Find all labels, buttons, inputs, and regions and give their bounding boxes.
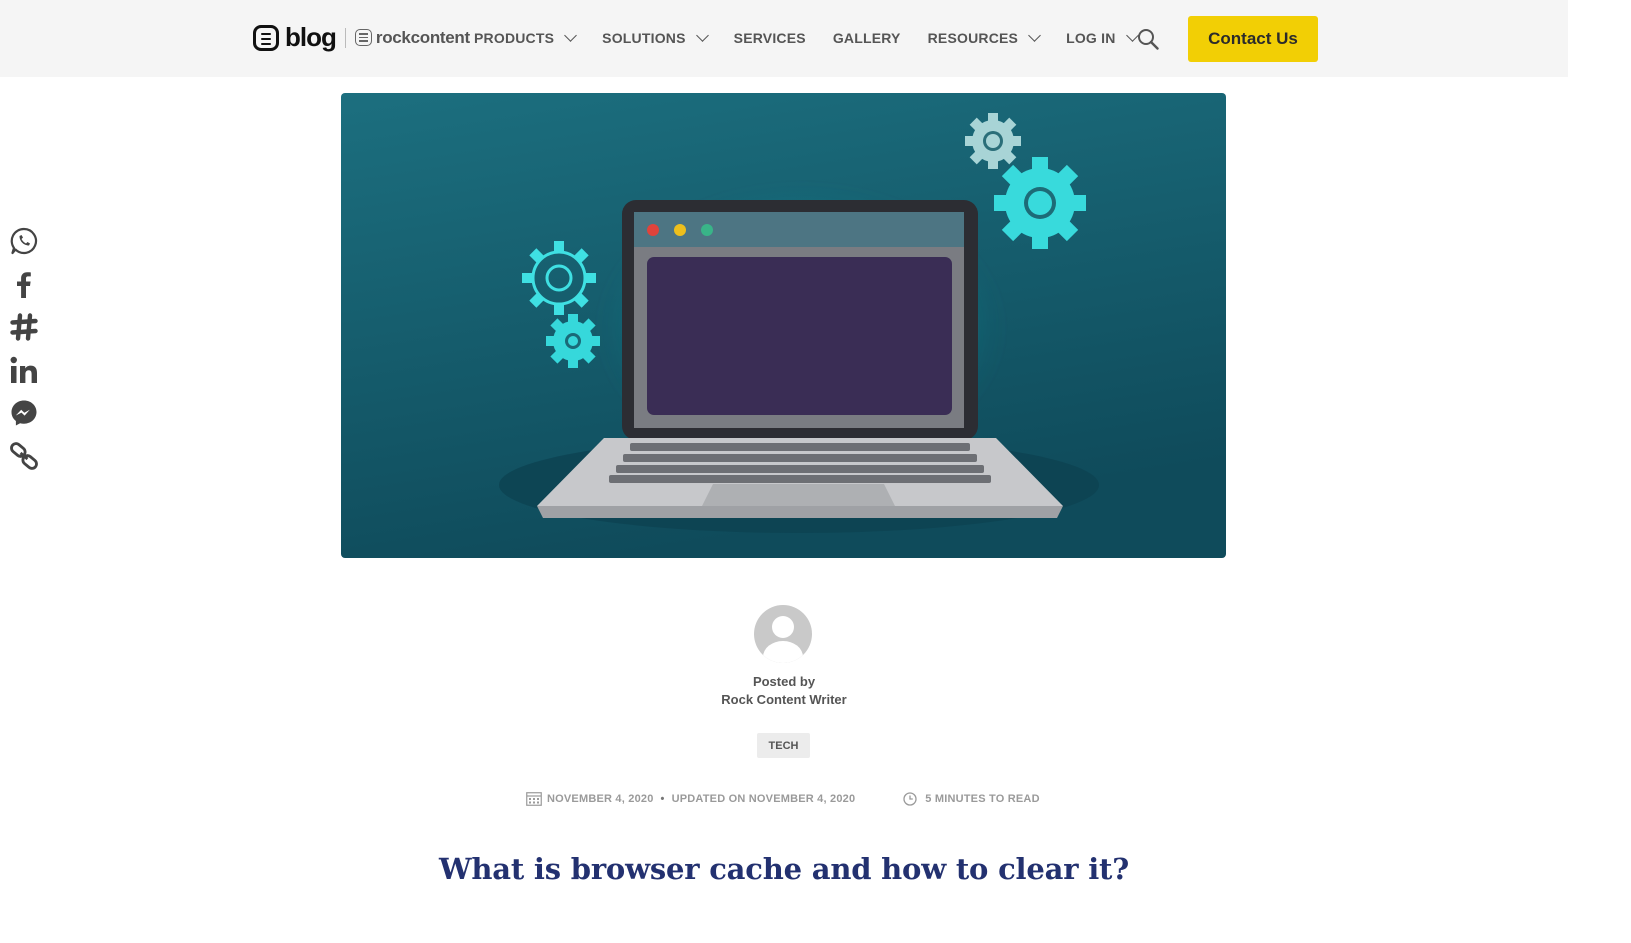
contact-us-button[interactable]: Contact Us (1188, 16, 1318, 62)
gear-small-left-icon (546, 314, 600, 368)
posted-by-label: Posted by (752, 674, 816, 689)
gear-small-right-icon (965, 113, 1021, 169)
chevron-down-icon (695, 29, 709, 42)
search-icon[interactable] (1137, 28, 1159, 50)
author-avatar (754, 605, 812, 663)
messenger-icon[interactable] (9, 398, 39, 428)
meta-bullet: • (660, 793, 665, 805)
gear-large-right-icon (994, 157, 1086, 249)
nav-services[interactable]: SERVICES (734, 30, 806, 46)
linkedin-icon[interactable] (9, 355, 39, 385)
clock-icon (903, 792, 917, 806)
nav-solutions-label: SOLUTIONS (602, 30, 686, 46)
blog-logo-icon (253, 24, 279, 51)
chevron-down-icon (1028, 29, 1041, 42)
nav-products[interactable]: PRODUCTS (474, 29, 578, 46)
nav-products-label: PRODUCTS (474, 30, 555, 46)
hero-image (341, 93, 1226, 558)
nav-resources-label: RESOURCES (927, 30, 1019, 46)
slack-icon[interactable] (9, 312, 39, 342)
chevron-down-icon (564, 29, 578, 42)
published-date: NOVEMBER 4, 2020 (547, 793, 654, 805)
site-header: blog rockcontent PRODUCTS SOLUTIONS SERV… (0, 0, 1568, 77)
copy-link-icon[interactable] (9, 441, 39, 471)
rockcontent-logo-icon (354, 29, 372, 46)
updated-date: UPDATED ON NOVEMBER 4, 2020 (671, 793, 856, 805)
nav-login[interactable]: LOG IN (1066, 29, 1139, 46)
author-name[interactable]: Rock Content Writer (634, 692, 934, 707)
nav-resources[interactable]: RESOURCES (927, 29, 1041, 46)
blog-logo-text: blog (285, 22, 337, 52)
facebook-icon[interactable] (9, 269, 39, 299)
calendar-icon (526, 792, 542, 806)
nav-services-label: SERVICES (733, 30, 806, 46)
rockcontent-logo-text: rockcontent (375, 27, 470, 47)
logo-divider (344, 27, 346, 48)
blog-logo[interactable]: blog rockcontent (253, 22, 470, 53)
post-meta: NOVEMBER 4, 2020 • UPDATED ON NOVEMBER 4… (526, 792, 1040, 806)
share-sidebar (9, 226, 41, 484)
main-nav: PRODUCTS SOLUTIONS SERVICES GALLERY RESO… (474, 29, 1139, 46)
category-tag[interactable]: TECH (757, 733, 810, 758)
nav-gallery[interactable]: GALLERY (833, 30, 901, 46)
article-title: What is browser cache and how to clear i… (439, 852, 1129, 886)
nav-gallery-label: GALLERY (832, 30, 901, 46)
whatsapp-icon[interactable] (9, 226, 39, 256)
nav-login-label: LOG IN (1066, 30, 1116, 46)
nav-solutions[interactable]: SOLUTIONS (602, 29, 709, 46)
read-time: 5 MINUTES TO READ (925, 793, 1040, 805)
